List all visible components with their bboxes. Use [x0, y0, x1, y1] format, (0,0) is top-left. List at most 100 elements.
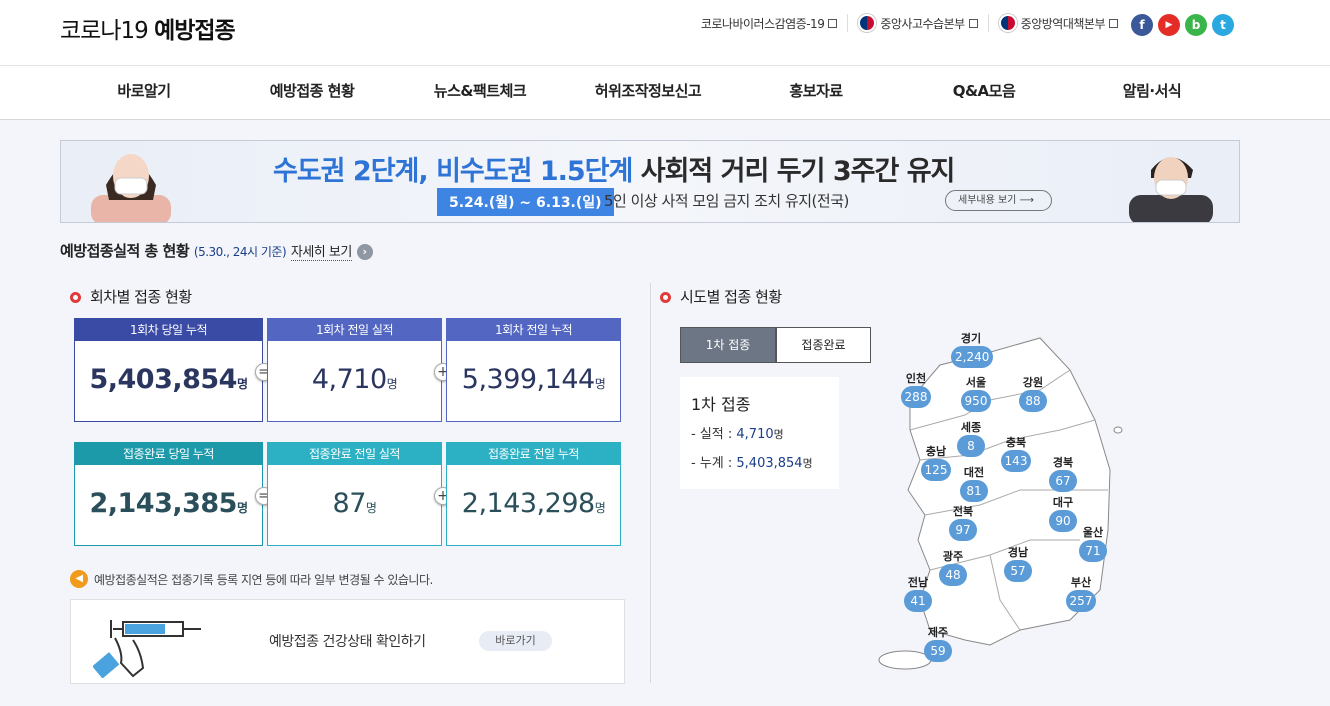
- facebook-icon[interactable]: f: [1131, 14, 1153, 36]
- nav-report[interactable]: 허위조작정보신고: [564, 66, 732, 119]
- region-busan[interactable]: 부산 257: [1061, 574, 1101, 612]
- detail-row-value: 4,710: [736, 427, 774, 442]
- banner-description: 5인 이상 사적 모임 금지 조치 유지(전국): [604, 192, 849, 210]
- region-title-text: 시도별 접종 현황: [680, 288, 782, 306]
- blog-icon[interactable]: b: [1185, 14, 1207, 36]
- link-cdsch[interactable]: 중앙사고수습본부: [847, 14, 987, 32]
- stat-value: 5,403,854: [89, 364, 237, 395]
- top-links: 코로나바이러스감염증-19 중앙사고수습본부 중앙방역대책본부: [691, 14, 1128, 32]
- link-covid19[interactable]: 코로나바이러스감염증-19: [691, 15, 848, 32]
- region-name: 강원: [1022, 376, 1044, 389]
- region-name: 대전: [963, 466, 985, 479]
- site-title-prefix: 코로나19: [60, 18, 149, 44]
- banner-date: 5.24.(월) ~ 6.13.(일): [437, 188, 614, 216]
- region-name: 제주: [927, 626, 949, 639]
- banner-title-part3: 사회적 거리 두기 3주간 유지: [640, 156, 956, 187]
- region-name: 충북: [1005, 436, 1027, 449]
- region-name: 서울: [965, 376, 987, 389]
- health-check-button[interactable]: 바로가기: [479, 631, 552, 651]
- section-divider: [650, 283, 651, 683]
- nav-promo[interactable]: 홍보자료: [732, 66, 900, 119]
- banner-detail-label: 세부내용 보기: [958, 195, 1017, 206]
- stat-label: 1회차 전일 누적: [447, 319, 620, 341]
- region-daejeon[interactable]: 대전 81: [954, 464, 994, 502]
- region-value: 8: [957, 435, 985, 457]
- stat-unit: 명: [594, 501, 606, 515]
- region-sejong[interactable]: 세종 8: [951, 419, 991, 457]
- stat-unit: 명: [236, 377, 248, 391]
- summary-date: (5.30., 24시 기준): [193, 245, 287, 259]
- korea-map: 경기 2,240 인천 288 서울 950 강원 88 세종 8 충남 125 충북 143…: [870, 330, 1130, 690]
- region-gyeongbuk[interactable]: 경북 67: [1043, 454, 1083, 492]
- region-chungnam[interactable]: 충남 125: [916, 443, 956, 481]
- stat-complete-today-total: 접종완료 당일 누적 2,143,385명: [74, 442, 263, 546]
- stat-label: 접종완료 전일 누적: [447, 443, 620, 465]
- dose-title-text: 회차별 접종 현황: [90, 288, 192, 306]
- region-jeonbuk[interactable]: 전북 97: [943, 503, 983, 541]
- notice: ◀ 예방접종실적은 접종기록 등록 지연 등에 따라 일부 변경될 수 있습니다…: [70, 570, 433, 588]
- region-gyeongnam[interactable]: 경남 57: [998, 544, 1038, 582]
- banner-detail-button[interactable]: 세부내용 보기 ⟶: [945, 190, 1052, 211]
- bullet-circle-icon: [70, 292, 81, 303]
- stat-value: 2,143,298: [461, 488, 595, 519]
- region-name: 울산: [1082, 526, 1104, 539]
- stat-value: 2,143,385: [89, 488, 237, 519]
- region-jeonnam[interactable]: 전남 41: [898, 574, 938, 612]
- detail-row-label: 실적 :: [699, 427, 733, 442]
- region-name: 대구: [1052, 496, 1074, 509]
- top-bar: 코로나19 예방접종 코로나바이러스감염증-19 중앙사고수습본부 중앙방역대책…: [0, 0, 1330, 66]
- stat-complete-yesterday-total: 접종완료 전일 누적 2,143,298명: [446, 442, 621, 546]
- stat-label: 1회차 전일 실적: [268, 319, 441, 341]
- detail-row-unit: 명: [802, 457, 813, 470]
- nav-about[interactable]: 바로알기: [60, 66, 228, 119]
- region-detail-panel: 1차 접종 - 실적 : 4,710명 - 누계 : 5,403,854명: [680, 377, 839, 489]
- region-gangwon[interactable]: 강원 88: [1013, 374, 1053, 412]
- region-gyeonggi[interactable]: 경기 2,240: [951, 330, 994, 368]
- nav-status[interactable]: 예방접종 현황: [228, 66, 396, 119]
- health-check-card[interactable]: 예방접종 건강상태 확인하기 바로가기: [70, 599, 625, 684]
- twitter-icon[interactable]: t: [1212, 14, 1234, 36]
- stat-label: 1회차 당일 누적: [75, 319, 262, 341]
- region-seoul[interactable]: 서울 950: [956, 374, 996, 412]
- region-value: 59: [924, 640, 952, 662]
- stat-value: 5,399,144: [461, 364, 595, 395]
- site-title[interactable]: 코로나19 예방접종: [60, 11, 236, 45]
- youtube-icon[interactable]: ▶: [1158, 14, 1180, 36]
- syringe-icon: [93, 620, 201, 678]
- link-cdsch-label: 중앙사고수습본부: [880, 16, 965, 31]
- stat-first-today-total: 1회차 당일 누적 5,403,854명: [74, 318, 263, 422]
- chevron-right-icon[interactable]: ›: [356, 243, 373, 260]
- region-value: 41: [904, 590, 932, 612]
- nav-qna[interactable]: Q&A모음: [900, 66, 1068, 119]
- stat-unit: 명: [365, 501, 377, 515]
- tab-first-dose[interactable]: 1차 접종: [680, 327, 776, 363]
- tab-completed[interactable]: 접종완료: [776, 327, 871, 363]
- link-covid19-label: 코로나바이러스감염증-19: [700, 16, 825, 31]
- nav-news[interactable]: 뉴스&팩트체크: [396, 66, 564, 119]
- main-nav: 바로알기 예방접종 현황 뉴스&팩트체크 허위조작정보신고 홍보자료 Q&A모음…: [0, 66, 1330, 120]
- region-value: 57: [1004, 560, 1032, 582]
- link-cdscheq[interactable]: 중앙방역대책본부: [987, 14, 1128, 32]
- region-value: 88: [1019, 390, 1047, 412]
- stat-complete-yesterday: 접종완료 전일 실적 87명: [267, 442, 442, 546]
- region-name: 경북: [1052, 456, 1074, 469]
- region-gwangju[interactable]: 광주 48: [933, 548, 973, 586]
- summary-more-link[interactable]: 자세히 보기: [290, 245, 352, 261]
- region-name: 충남: [925, 445, 947, 458]
- region-value: 257: [1065, 590, 1097, 612]
- stat-label: 접종완료 전일 실적: [268, 443, 441, 465]
- region-jeju[interactable]: 제주 59: [918, 624, 958, 662]
- woman-masked-image: [91, 154, 171, 222]
- region-ulsan[interactable]: 울산 71: [1073, 524, 1113, 562]
- detail-row-value: 5,403,854: [736, 456, 803, 471]
- region-chungbuk[interactable]: 충북 143: [996, 434, 1036, 472]
- region-value: 288: [900, 386, 932, 408]
- main-content: 수도권 2단계, 비수도권 1.5단계 사회적 거리 두기 3주간 유지 5.2…: [0, 120, 1330, 706]
- stat-label: 접종완료 당일 누적: [75, 443, 262, 465]
- nav-notice[interactable]: 알림·서식: [1068, 66, 1236, 119]
- region-value: 48: [939, 564, 967, 586]
- region-name: 경남: [1007, 546, 1029, 559]
- distancing-banner[interactable]: 수도권 2단계, 비수도권 1.5단계 사회적 거리 두기 3주간 유지 5.2…: [60, 140, 1240, 223]
- summary-title: 예방접종실적 총 현황 (5.30., 24시 기준) 자세히 보기 ›: [60, 240, 373, 261]
- region-incheon[interactable]: 인천 288: [896, 370, 936, 408]
